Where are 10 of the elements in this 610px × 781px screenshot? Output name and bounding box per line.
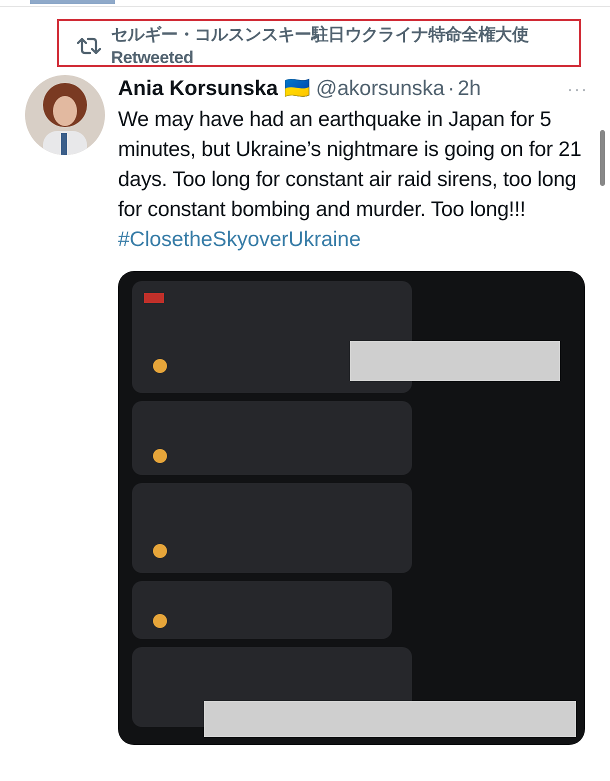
retweet-label: セルギー・コルスンスキー駐日ウクライナ特命全権大使 Retweeted <box>111 24 530 69</box>
flag-emoji: 🇺🇦 <box>284 76 310 102</box>
separator-dot: · <box>448 76 455 102</box>
hashtag-link[interactable]: #ClosetheSkyoverUkraine <box>118 225 588 255</box>
retweet-icon <box>77 35 101 57</box>
tweet-time[interactable]: 2h <box>458 75 481 103</box>
author-handle[interactable]: @akorsunska <box>316 75 445 103</box>
tweet-text: We may have had an earthquake in Japan for 5 minutes, but Ukraine’s nightmare is going on for 21 days. Too long for constant air raid sirens, too long for constant bombing and murder. Too long!!! <box>118 107 582 223</box>
author-name[interactable]: Ania Korsunska <box>118 75 278 103</box>
scrollbar[interactable] <box>600 130 605 186</box>
